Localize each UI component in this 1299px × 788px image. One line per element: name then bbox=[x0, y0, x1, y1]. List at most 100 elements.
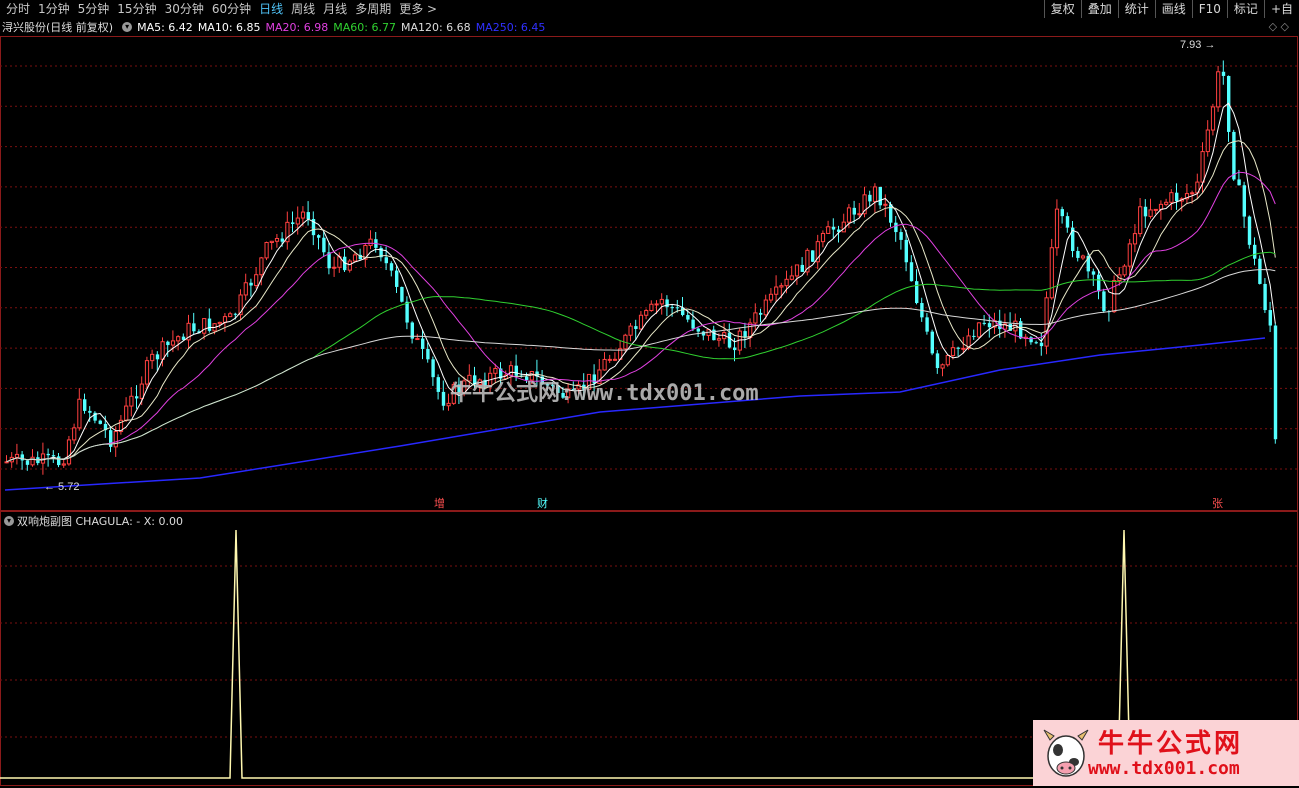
candle-body bbox=[300, 211, 306, 219]
candle-body bbox=[638, 314, 644, 330]
kline-chart[interactable]: 7.93 → ← 5.72 牛牛公式网:www.tdx001.com 增 财 张 bbox=[0, 0, 1299, 788]
candle-body bbox=[789, 275, 794, 280]
candle-body bbox=[14, 453, 20, 458]
candle-body bbox=[217, 321, 222, 325]
candle-body bbox=[426, 348, 430, 360]
settings-circle-icon[interactable]: ▾ bbox=[122, 22, 133, 32]
candle-body bbox=[972, 335, 976, 337]
candle-body bbox=[878, 186, 882, 206]
candle-body bbox=[1268, 310, 1272, 326]
ma120-value: MA120: 6.68 bbox=[400, 20, 471, 34]
candle-body bbox=[872, 186, 878, 202]
candle-body bbox=[1263, 283, 1267, 311]
logo-url: www.tdx001.com bbox=[1088, 758, 1240, 779]
candle-body bbox=[759, 312, 763, 315]
candle-body bbox=[332, 266, 337, 269]
candle-body bbox=[249, 282, 253, 286]
candle-body bbox=[113, 431, 118, 448]
candle-body bbox=[644, 310, 649, 316]
candle-body bbox=[649, 303, 654, 312]
candle-body bbox=[144, 360, 150, 385]
candle-body bbox=[846, 207, 852, 223]
candle-body bbox=[61, 463, 66, 466]
candle-body bbox=[763, 299, 768, 316]
candle-body bbox=[20, 454, 24, 461]
candle-body bbox=[800, 264, 804, 272]
candle-body bbox=[753, 312, 758, 324]
candle-body bbox=[228, 313, 233, 318]
candle-body bbox=[670, 307, 674, 309]
candle-body bbox=[1138, 206, 1143, 235]
candle-body bbox=[207, 318, 212, 331]
cow-mascot-icon bbox=[1043, 729, 1089, 777]
candle-body bbox=[1148, 209, 1153, 217]
candle-body bbox=[83, 399, 87, 411]
candle-body bbox=[1039, 342, 1044, 347]
candle-body bbox=[1253, 244, 1257, 259]
candle-body bbox=[774, 286, 779, 295]
candle-body bbox=[1080, 255, 1086, 259]
candle-body bbox=[269, 240, 274, 243]
candle-body bbox=[1258, 258, 1262, 284]
candle-body bbox=[1216, 71, 1221, 108]
candle-body bbox=[784, 278, 789, 287]
candle-body bbox=[696, 328, 700, 332]
candle-body bbox=[1221, 71, 1226, 76]
candle-body bbox=[1247, 216, 1252, 245]
candle-body bbox=[254, 274, 259, 286]
candle-body bbox=[894, 222, 898, 233]
candle-body bbox=[987, 323, 992, 328]
candle-body bbox=[727, 332, 732, 348]
candle-body bbox=[950, 347, 956, 356]
candle-body bbox=[66, 439, 72, 465]
candle-body bbox=[602, 358, 607, 371]
candle-body bbox=[686, 315, 690, 320]
candle-body bbox=[274, 238, 280, 242]
candle-body bbox=[166, 341, 170, 346]
candle-body bbox=[1232, 131, 1236, 180]
candle-body bbox=[1054, 208, 1060, 249]
candle-body bbox=[909, 262, 914, 282]
diamond-icons[interactable]: ◇ ◇ bbox=[1269, 20, 1289, 33]
indicator-settings-icon[interactable]: ▾ bbox=[4, 516, 14, 526]
candle-body bbox=[243, 282, 248, 296]
candle-body bbox=[400, 286, 404, 302]
candle-body bbox=[1237, 179, 1241, 186]
candle-body bbox=[155, 354, 160, 360]
site-watermark: 牛牛公式网:www.tdx001.com bbox=[450, 380, 759, 406]
ma5-value: MA5: 6.42 bbox=[137, 20, 193, 34]
candle-body bbox=[1164, 201, 1169, 205]
candle-body bbox=[124, 405, 129, 421]
candle-body bbox=[1158, 203, 1164, 210]
candle-body bbox=[779, 285, 784, 288]
candle-body bbox=[1076, 251, 1080, 258]
candle-body bbox=[883, 203, 888, 206]
candle-body bbox=[654, 303, 659, 306]
candle-body bbox=[1102, 291, 1106, 312]
candle-body bbox=[904, 239, 908, 263]
candle-body bbox=[961, 347, 966, 350]
candle-body bbox=[826, 226, 831, 234]
ma250-value: MA250: 6.45 bbox=[475, 20, 546, 34]
candle-body bbox=[421, 338, 425, 349]
candle-body bbox=[1169, 192, 1174, 203]
candle-body bbox=[1242, 185, 1246, 217]
candle-body bbox=[852, 207, 856, 215]
candle-body bbox=[150, 353, 155, 362]
candle-body bbox=[160, 341, 165, 360]
candle-body bbox=[665, 299, 669, 308]
price-panel-border bbox=[0, 36, 1298, 511]
candle-body bbox=[46, 453, 50, 456]
candle-body bbox=[1029, 337, 1033, 343]
candle-body bbox=[259, 257, 264, 276]
candle-body bbox=[30, 456, 35, 466]
candle-body bbox=[1190, 192, 1195, 195]
candle-body bbox=[935, 353, 940, 369]
candle-body bbox=[1200, 151, 1205, 183]
candle-body bbox=[675, 307, 680, 309]
candle-body bbox=[352, 254, 358, 262]
candle-body bbox=[659, 298, 664, 305]
candle-body bbox=[493, 367, 498, 374]
ma20-value: MA20: 6.98 bbox=[265, 20, 329, 34]
candle-body bbox=[525, 376, 529, 380]
